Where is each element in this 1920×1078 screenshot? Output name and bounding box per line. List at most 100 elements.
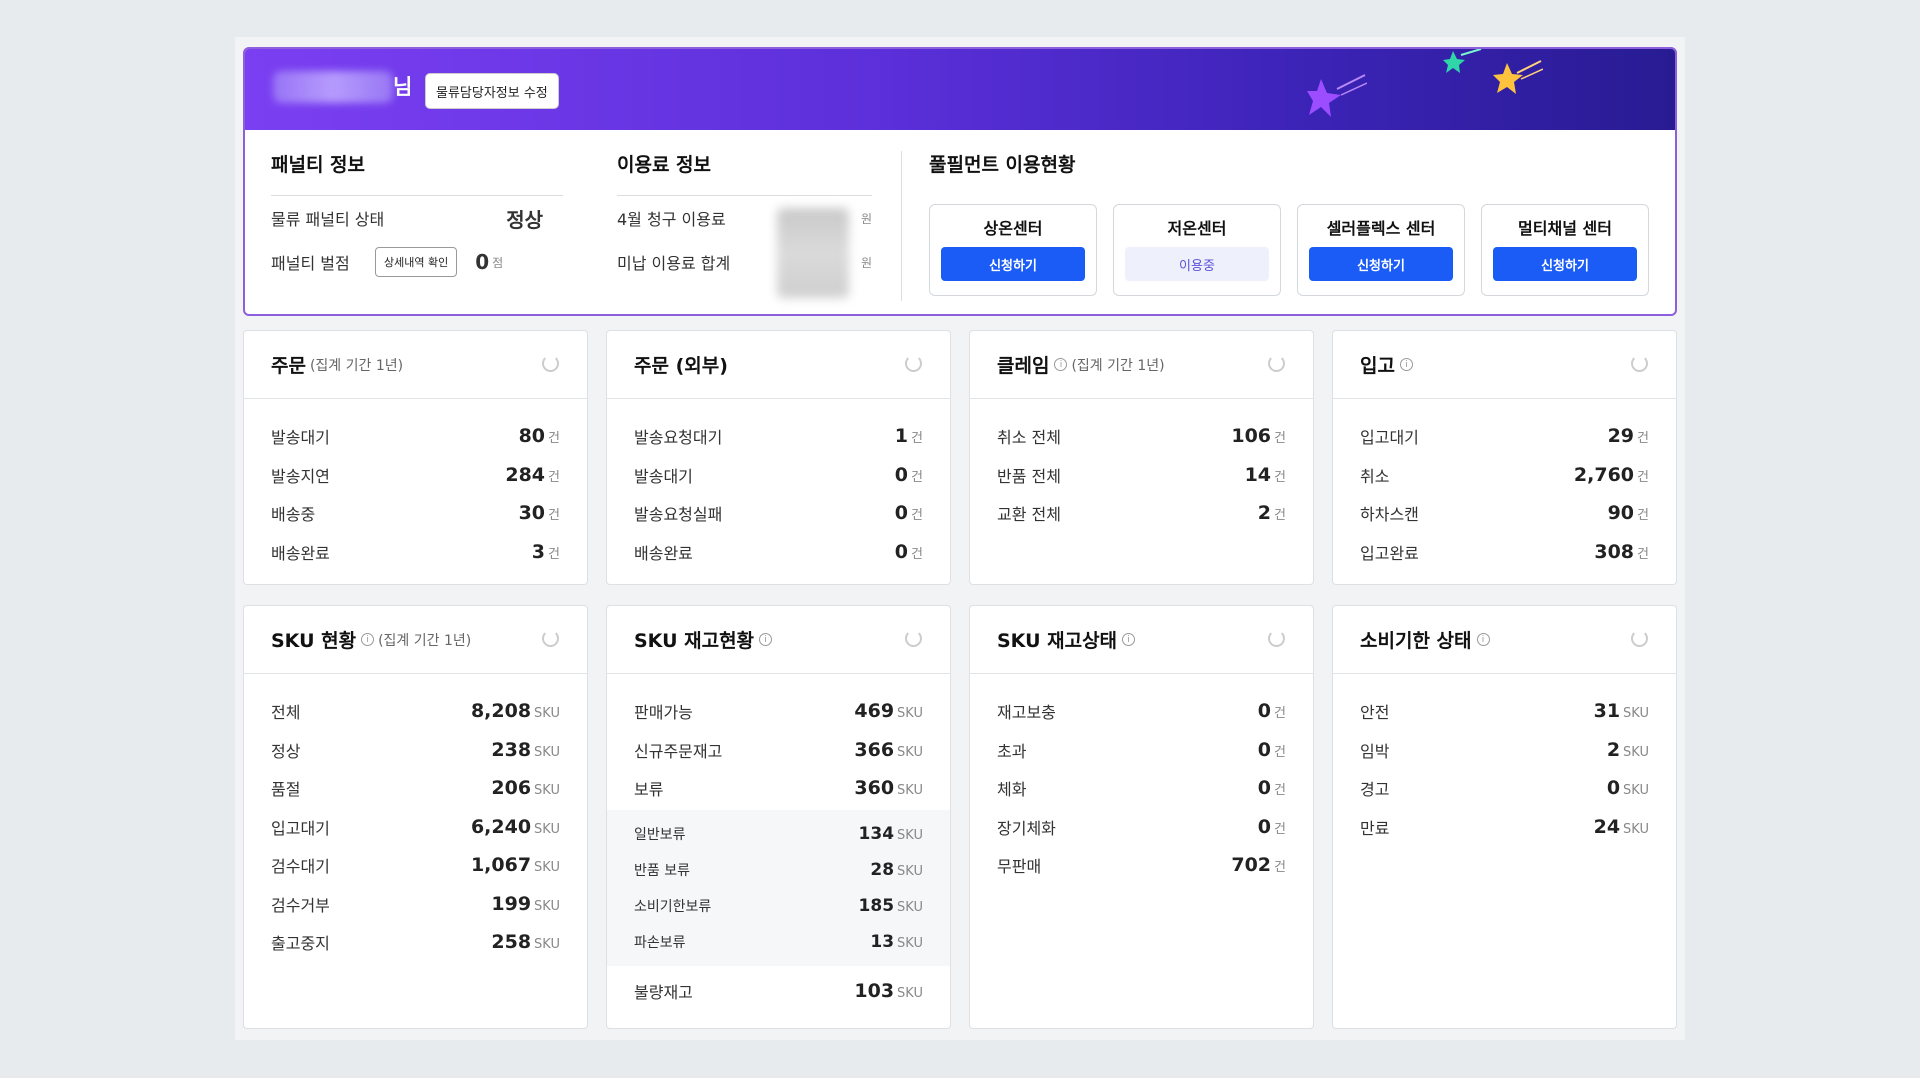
stat-row[interactable]: 검수거부 199 SKU [271, 885, 560, 924]
info-icon[interactable]: i [361, 633, 375, 646]
refresh-icon[interactable] [542, 355, 559, 372]
stat-row[interactable]: 품절 206 SKU [271, 769, 560, 808]
stat-value: 134 [858, 823, 895, 844]
in-use-button[interactable]: 이용중 [1125, 247, 1269, 281]
card-sku-stock: SKU 재고현황 i 판매가능 469 SKU 신규주문재고 366 SKU 보류 360 SKU… [606, 605, 951, 1029]
info-icon[interactable]: i [759, 633, 773, 646]
stat-row[interactable]: 판매가능 469 SKU [634, 692, 923, 731]
info-icon[interactable]: i [1399, 358, 1413, 371]
card-title: 클레임 [997, 355, 1050, 377]
stat-row[interactable]: 반품 보류 28 SKU [634, 852, 923, 888]
stat-row[interactable]: 무판매 702 건 [997, 846, 1286, 885]
stat-row[interactable]: 검수대기 1,067 SKU [271, 846, 560, 885]
info-icon[interactable]: i [1054, 358, 1068, 371]
card-sku-state: SKU 재고상태 i 재고보충 0 건 초과 0 건 체화 0 건 장기체화 0 건 무판매 702 건 [969, 605, 1314, 1029]
stat-row[interactable]: 체화 0 건 [997, 769, 1286, 808]
refresh-icon[interactable] [1631, 630, 1648, 647]
stat-unit: 건 [1274, 783, 1286, 799]
stat-unit: 건 [1274, 469, 1286, 485]
info-icon[interactable]: i [1122, 633, 1136, 646]
stat-row[interactable]: 임박 2 SKU [1360, 731, 1649, 770]
stat-value: 308 [1594, 540, 1635, 563]
stat-label: 경고 [1360, 780, 1390, 800]
stat-row[interactable]: 신규주문재고 366 SKU [634, 731, 923, 770]
stat-label: 초과 [997, 741, 1027, 761]
info-icon[interactable]: i [1476, 633, 1490, 646]
refresh-icon[interactable] [905, 630, 922, 647]
stat-row[interactable]: 발송지연 284 건 [271, 456, 560, 495]
stat-value-wrap: 29 건 [1608, 425, 1649, 447]
apply-button[interactable]: 신청하기 [1309, 247, 1453, 281]
stat-value: 1 [894, 425, 909, 448]
penalty-points-value: 0 [475, 250, 490, 274]
edit-manager-button[interactable]: 물류담당자정보 수정 [425, 73, 559, 109]
stat-row[interactable]: 재고보충 0 건 [997, 692, 1286, 731]
stat-row[interactable]: 취소 2,760 건 [1360, 456, 1649, 495]
stat-value: 90 [1607, 502, 1635, 525]
stat-row[interactable]: 취소 전체 106 건 [997, 417, 1286, 456]
stat-row[interactable]: 전체 8,208 SKU [271, 692, 560, 731]
stat-row[interactable]: 정상 238 SKU [271, 731, 560, 770]
stat-row[interactable]: 입고대기 29 건 [1360, 417, 1649, 456]
penalty-points-unit: 점 [492, 255, 504, 270]
apply-button[interactable]: 신청하기 [941, 247, 1085, 281]
stat-row[interactable]: 배송완료 3 건 [271, 533, 560, 572]
stat-row[interactable]: 발송요청실패 0 건 [634, 494, 923, 533]
stat-label: 품절 [271, 780, 301, 800]
summary-panel: 님 물류담당자정보 수정 패널티 정보 물류 패널티 상태 정상 패널티 벌점 … [243, 47, 1677, 316]
stat-unit: 건 [1274, 860, 1286, 876]
dashboard-frame: 님 물류담당자정보 수정 패널티 정보 물류 패널티 상태 정상 패널티 벌점 … [235, 37, 1685, 1040]
refresh-icon[interactable] [1268, 630, 1285, 647]
stat-value-wrap: 3건 [532, 541, 560, 563]
refresh-icon[interactable] [542, 630, 559, 647]
section-divider [901, 151, 902, 301]
stat-label: 발송요청실패 [634, 505, 723, 525]
stat-row[interactable]: 배송완료 0 건 [634, 533, 923, 572]
stat-value: 185 [858, 895, 895, 916]
stat-row[interactable]: 초과 0 건 [997, 731, 1286, 770]
stat-row[interactable]: 입고완료 308 건 [1360, 533, 1649, 572]
stat-value-wrap: 284 건 [505, 464, 560, 486]
apply-button[interactable]: 신청하기 [1493, 247, 1637, 281]
stat-label: 재고보충 [997, 703, 1056, 723]
stat-label: 하차스캔 [1360, 505, 1419, 525]
stat-row[interactable]: 출고중지 258 SKU [271, 923, 560, 962]
fee-title: 이용료 정보 [617, 154, 712, 176]
stat-row[interactable]: 배송중 30 건 [271, 494, 560, 533]
stat-row[interactable]: 보류 360 SKU [634, 769, 923, 808]
stat-row[interactable]: 발송요청대기 1 건 [634, 417, 923, 456]
stat-label: 만료 [1360, 818, 1390, 838]
card-claim: 클레임 i (집계 기간 1년) 취소 전체 106 건 반품 전체 14 건 교환 전체 2 건 [969, 330, 1314, 585]
stat-value-wrap: 0건 [1258, 777, 1286, 799]
stat-row[interactable]: 안전 31 SKU [1360, 692, 1649, 731]
stat-row[interactable]: 반품 전체 14 건 [997, 456, 1286, 495]
stat-value-wrap: 14 건 [1245, 464, 1286, 486]
stat-row[interactable]: 교환 전체 2 건 [997, 494, 1286, 533]
stat-row[interactable]: 하차스캔 90 건 [1360, 494, 1649, 533]
refresh-icon[interactable] [1268, 355, 1285, 372]
stat-value: 3 [531, 540, 546, 563]
stat-row[interactable]: 소비기한보류 185 SKU [634, 888, 923, 924]
stat-label: 일반보류 [634, 826, 686, 843]
stat-label: 파손보류 [634, 934, 686, 951]
stat-value: 28 [870, 859, 895, 880]
stat-row[interactable]: 장기체화 0 건 [997, 808, 1286, 847]
stat-row[interactable]: 일반보류 134 SKU [634, 816, 923, 852]
refresh-icon[interactable] [905, 355, 922, 372]
refresh-icon[interactable] [1631, 355, 1648, 372]
stat-row[interactable]: 만료 24 SKU [1360, 808, 1649, 847]
stat-value: 0 [894, 502, 909, 525]
stat-row[interactable]: 입고대기 6,240 SKU [271, 808, 560, 847]
center-name: 상온센터 [983, 219, 1043, 238]
stat-value: 238 [491, 738, 532, 761]
stat-value: 199 [491, 892, 532, 915]
stat-label: 교환 전체 [997, 505, 1061, 525]
stat-row[interactable]: 발송대기 0 건 [634, 456, 923, 495]
stat-row[interactable]: 발송대기 80 건 [271, 417, 560, 456]
stat-row[interactable]: 경고 0 SKU [1360, 769, 1649, 808]
stat-unit: SKU [1623, 706, 1649, 722]
stat-label: 전체 [271, 703, 301, 723]
penalty-detail-button[interactable]: 상세내역 확인 [375, 247, 458, 277]
stat-row[interactable]: 파손보류 13 SKU [634, 924, 923, 960]
stat-row[interactable]: 불량재고 103 SKU [634, 972, 923, 1011]
